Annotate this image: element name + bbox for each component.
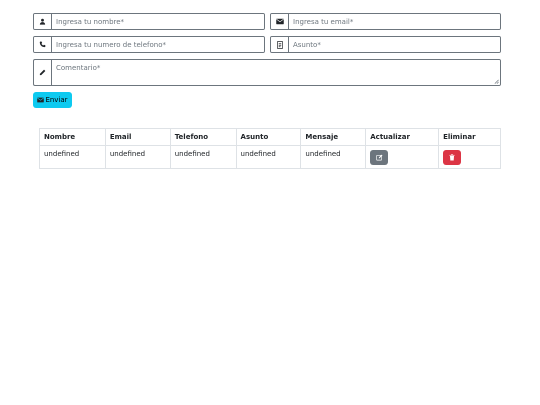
file-text-icon xyxy=(271,37,289,52)
column-header-email: Email xyxy=(104,128,171,146)
comment-textarea[interactable] xyxy=(52,60,500,85)
table-row: undefined undefined undefined undefined … xyxy=(39,145,501,169)
column-header-telefono: Telefono xyxy=(169,128,237,146)
envelope-icon xyxy=(37,97,45,103)
send-button-label: Enviar xyxy=(45,96,68,104)
envelope-icon xyxy=(271,14,289,29)
phone-field-group xyxy=(33,36,265,53)
subject-field-group xyxy=(270,36,501,53)
cell-mensaje: undefined xyxy=(300,145,367,169)
table-header-row: Nombre Email Telefono Asunto Mensaje Act… xyxy=(39,128,501,146)
column-header-nombre: Nombre xyxy=(39,128,106,146)
cell-email: undefined xyxy=(104,145,171,169)
update-button[interactable] xyxy=(370,149,389,165)
send-button[interactable]: Enviar xyxy=(33,92,72,108)
cell-nombre: undefined xyxy=(39,145,106,169)
cell-actualizar xyxy=(365,145,440,169)
column-header-actualizar: Actualizar xyxy=(365,128,440,146)
name-field-group xyxy=(33,13,265,30)
cell-asunto: undefined xyxy=(235,145,302,169)
cell-eliminar xyxy=(438,145,501,169)
column-header-mensaje: Mensaje xyxy=(300,128,367,146)
trash-icon xyxy=(449,153,455,160)
subject-input[interactable] xyxy=(289,37,500,52)
email-input[interactable] xyxy=(289,14,500,29)
phone-icon xyxy=(34,37,52,52)
name-input[interactable] xyxy=(52,14,264,29)
cell-telefono: undefined xyxy=(169,145,237,169)
contacts-table: Nombre Email Telefono Asunto Mensaje Act… xyxy=(39,128,501,169)
phone-input[interactable] xyxy=(52,37,264,52)
resize-handle-icon[interactable] xyxy=(494,79,499,84)
edit-icon xyxy=(376,154,383,160)
pencil-icon xyxy=(34,60,52,85)
user-icon xyxy=(34,14,52,29)
column-header-asunto: Asunto xyxy=(235,128,302,146)
column-header-eliminar: Eliminar xyxy=(438,128,501,146)
email-field-group xyxy=(270,13,501,30)
delete-button[interactable] xyxy=(443,149,462,165)
comment-field-group xyxy=(33,59,501,86)
